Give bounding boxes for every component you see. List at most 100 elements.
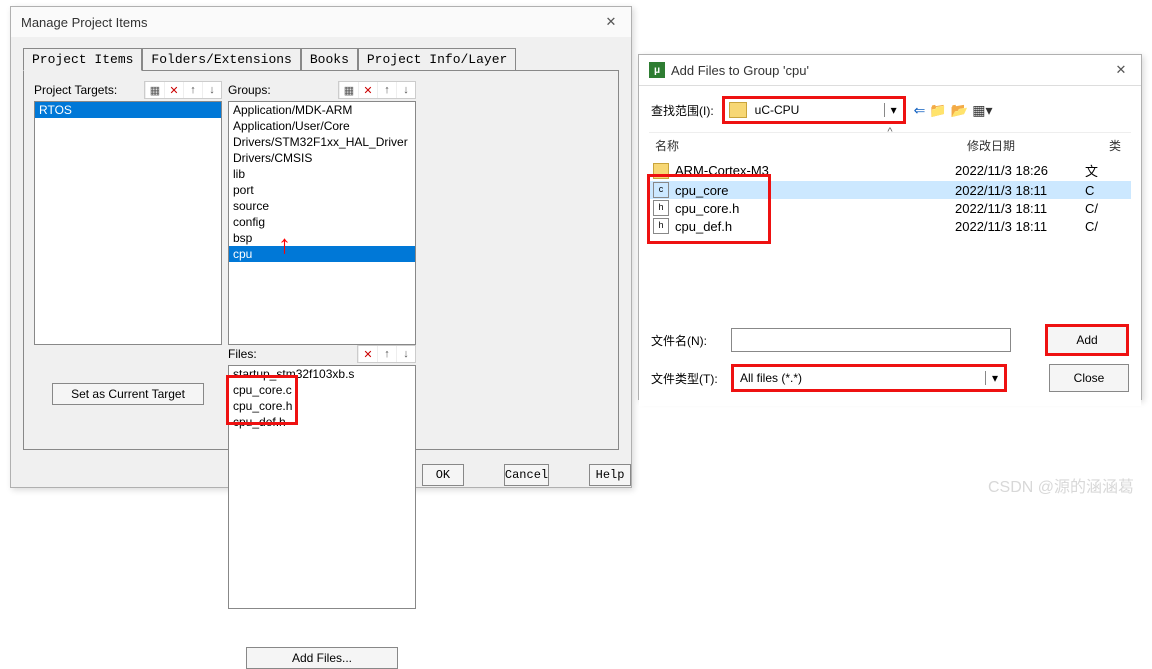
delete-icon[interactable]: ✕ bbox=[358, 346, 377, 362]
move-up-icon[interactable]: ↑ bbox=[377, 346, 396, 362]
tab-project-items[interactable]: Project Items bbox=[23, 48, 142, 71]
group-item[interactable]: Drivers/STM32F1xx_HAL_Driver bbox=[229, 134, 415, 150]
delete-icon[interactable]: ✕ bbox=[358, 82, 377, 98]
chevron-down-icon[interactable]: ▾ bbox=[884, 103, 903, 117]
file-date: 2022/11/3 18:11 bbox=[955, 183, 1085, 198]
cancel-button[interactable]: Cancel bbox=[504, 464, 549, 486]
watermark: CSDN @源的涵涵葛 bbox=[988, 473, 1134, 497]
lookin-label: 查找范围(I): bbox=[651, 102, 714, 119]
mpm-title: Manage Project Items bbox=[21, 15, 147, 30]
new-icon[interactable]: ▦ bbox=[339, 82, 358, 98]
back-icon[interactable]: ⇐ bbox=[914, 102, 926, 119]
delete-icon[interactable]: ✕ bbox=[164, 82, 183, 98]
add-title: Add Files to Group 'cpu' bbox=[671, 63, 809, 78]
file-row[interactable]: ARM-Cortex-M32022/11/3 18:26文 bbox=[649, 160, 1131, 181]
groups-label: Groups: bbox=[228, 83, 271, 97]
filename-label: 文件名(N): bbox=[651, 332, 721, 349]
filename-row: 文件名(N): Add bbox=[649, 320, 1131, 360]
close-button[interactable]: Close bbox=[1049, 364, 1129, 392]
nav-icons: ⇐ 📁 📂 ▦▾ bbox=[914, 102, 993, 119]
col-type[interactable]: 类 bbox=[1103, 133, 1145, 158]
file-type: C/ bbox=[1085, 201, 1115, 216]
filetype-combo[interactable]: All files (*.*) ▾ bbox=[731, 364, 1007, 392]
group-item[interactable]: Application/User/Core bbox=[229, 118, 415, 134]
files-list[interactable]: startup_stm32f103xb.scpu_core.ccpu_core.… bbox=[228, 365, 416, 609]
add-files-button[interactable]: Add Files... bbox=[246, 647, 398, 669]
move-up-icon[interactable]: ↑ bbox=[183, 82, 202, 98]
filetype-row: 文件类型(T): All files (*.*) ▾ Close bbox=[649, 360, 1131, 396]
col-name[interactable]: 名称 bbox=[649, 133, 961, 158]
mpm-tab-body: Project Targets: ▦ ✕ ↑ ↓ RTOS Set as Cur… bbox=[23, 70, 619, 450]
add-titlebar: μ Add Files to Group 'cpu' ✕ bbox=[639, 55, 1141, 86]
move-down-icon[interactable]: ↓ bbox=[396, 82, 415, 98]
add-files-dialog: μ Add Files to Group 'cpu' ✕ 查找范围(I): uC… bbox=[638, 54, 1142, 400]
views-icon[interactable]: ▦▾ bbox=[972, 102, 992, 119]
group-item[interactable]: source bbox=[229, 198, 415, 214]
groups-column: Groups: ▦ ✕ ↑ ↓ Application/MDK-ARMAppli… bbox=[228, 81, 416, 345]
scroll-up-icon[interactable]: ^ bbox=[887, 126, 892, 138]
file-row[interactable]: ccpu_core2022/11/3 18:11C bbox=[649, 181, 1131, 199]
tab-folders-extensions[interactable]: Folders/Extensions bbox=[142, 48, 300, 71]
file-type: C bbox=[1085, 183, 1115, 198]
up-folder-icon[interactable]: 📁 bbox=[929, 102, 946, 119]
file-name: cpu_core.h bbox=[675, 201, 955, 216]
file-date: 2022/11/3 18:11 bbox=[955, 219, 1085, 234]
file-item[interactable]: startup_stm32f103xb.s bbox=[229, 366, 415, 382]
tab-project-info-layer[interactable]: Project Info/Layer bbox=[358, 48, 516, 71]
col-date[interactable]: 修改日期 bbox=[961, 133, 1103, 158]
file-date: 2022/11/3 18:11 bbox=[955, 201, 1085, 216]
c-file-icon: c bbox=[653, 182, 669, 198]
files-column: Files: ✕ ↑ ↓ startup_stm32f103xb.scpu_co… bbox=[228, 345, 416, 669]
file-item[interactable]: cpu_core.c bbox=[229, 382, 415, 398]
move-down-icon[interactable]: ↓ bbox=[202, 82, 221, 98]
file-item[interactable]: cpu_def.h bbox=[229, 414, 415, 430]
h-file-icon: h bbox=[653, 218, 669, 234]
filename-input[interactable] bbox=[731, 328, 1011, 352]
folder-icon bbox=[729, 102, 747, 118]
file-row[interactable]: h cpu_def.h2022/11/3 18:11C/ bbox=[649, 217, 1131, 235]
close-icon[interactable]: ✕ bbox=[1107, 62, 1135, 78]
chevron-down-icon[interactable]: ▾ bbox=[985, 371, 1004, 385]
file-name: cpu_def.h bbox=[675, 219, 955, 234]
lookin-row: 查找范围(I): uC-CPU ▾ ⇐ 📁 📂 ▦▾ bbox=[649, 92, 1131, 128]
set-current-target-button[interactable]: Set as Current Target bbox=[52, 383, 204, 405]
group-item[interactable]: bsp bbox=[229, 230, 415, 246]
target-item[interactable]: RTOS bbox=[35, 102, 221, 118]
add-button[interactable]: Add bbox=[1045, 324, 1129, 356]
lookin-value: uC-CPU bbox=[751, 103, 884, 117]
manage-project-items-dialog: Manage Project Items ✕ Project Items Fol… bbox=[10, 6, 632, 488]
file-item[interactable]: cpu_core.h bbox=[229, 398, 415, 414]
app-icon: μ bbox=[649, 62, 665, 78]
group-item[interactable]: port bbox=[229, 182, 415, 198]
new-folder-icon[interactable]: 📂 bbox=[951, 102, 968, 119]
ok-button[interactable]: OK bbox=[422, 464, 464, 486]
file-list[interactable]: ARM-Cortex-M32022/11/3 18:26文ccpu_core20… bbox=[649, 158, 1131, 320]
lookin-combo[interactable]: uC-CPU ▾ bbox=[722, 96, 906, 124]
mpm-titlebar: Manage Project Items ✕ bbox=[11, 7, 631, 37]
project-targets-column: Project Targets: ▦ ✕ ↑ ↓ RTOS Set as Cur… bbox=[34, 81, 222, 405]
annotation-arrow-icon: ↑ bbox=[278, 229, 291, 260]
close-icon[interactable]: ✕ bbox=[597, 14, 625, 30]
new-icon[interactable]: ▦ bbox=[145, 82, 164, 98]
tab-books[interactable]: Books bbox=[301, 48, 358, 71]
file-name: ARM-Cortex-M3 bbox=[675, 163, 955, 178]
group-item[interactable]: config bbox=[229, 214, 415, 230]
help-button[interactable]: Help bbox=[589, 464, 631, 486]
mpm-tabs: Project Items Folders/Extensions Books P… bbox=[11, 37, 631, 70]
file-type: C/ bbox=[1085, 219, 1115, 234]
mpm-button-row: OK Cancel Help bbox=[422, 458, 631, 494]
filetype-label: 文件类型(T): bbox=[651, 370, 721, 387]
file-row[interactable]: h cpu_core.h2022/11/3 18:11C/ bbox=[649, 199, 1131, 217]
group-item[interactable]: lib bbox=[229, 166, 415, 182]
group-item[interactable]: Application/MDK-ARM bbox=[229, 102, 415, 118]
groups-list[interactable]: Application/MDK-ARMApplication/User/Core… bbox=[228, 101, 416, 345]
move-up-icon[interactable]: ↑ bbox=[377, 82, 396, 98]
group-item[interactable]: Drivers/CMSIS bbox=[229, 150, 415, 166]
group-item[interactable]: cpu bbox=[229, 246, 415, 262]
files-label: Files: bbox=[228, 347, 257, 361]
groups-toolbar: ▦ ✕ ↑ ↓ bbox=[338, 81, 416, 99]
targets-toolbar: ▦ ✕ ↑ ↓ bbox=[144, 81, 222, 99]
h-file-icon: h bbox=[653, 200, 669, 216]
move-down-icon[interactable]: ↓ bbox=[396, 346, 415, 362]
project-targets-list[interactable]: RTOS bbox=[34, 101, 222, 345]
